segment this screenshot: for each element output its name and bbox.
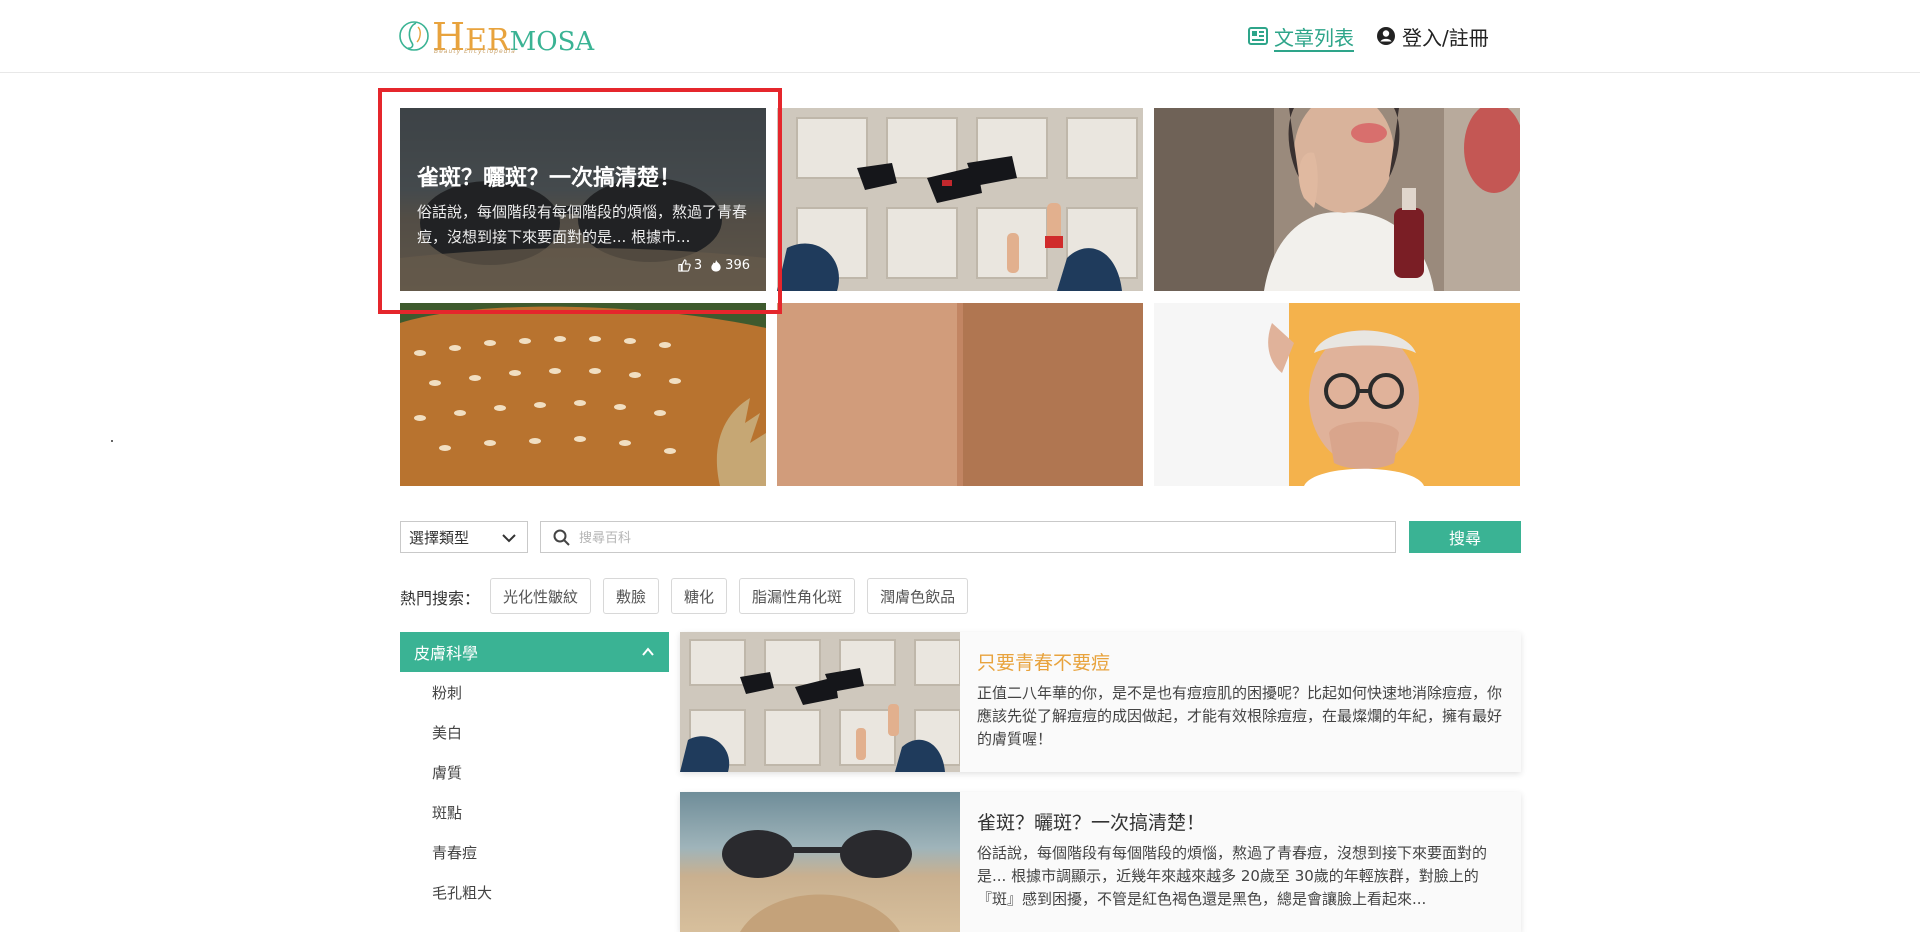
chevron-up-icon <box>642 647 654 656</box>
woman-skincare-image <box>1154 108 1520 291</box>
category-item[interactable]: 美白 <box>432 722 492 762</box>
search-field <box>540 521 1396 553</box>
featured-likes: 3 <box>693 258 703 273</box>
hero-tile-surprised-man[interactable] <box>1154 303 1520 486</box>
featured-stats: 3 396 <box>678 258 750 273</box>
hot-tag[interactable]: 潤膚色飲品 <box>867 578 969 614</box>
hermosa-logo[interactable]: HERMOSA Beauty Encyclopedia <box>398 15 594 59</box>
hero-tile-featured[interactable]: 雀斑？曬斑？一次搞清楚！ 俗話說，每個階段有每個階段的煩惱，熬過了青春痘，沒想到… <box>400 108 766 291</box>
article-excerpt: 俗話說，每個階段有每個階段的煩惱，熬過了青春痘，沒想到接下來要面對的是... 根… <box>977 844 1488 908</box>
hero-tile-deer[interactable] <box>400 303 766 486</box>
hero-tile-skin-tone[interactable] <box>777 303 1143 486</box>
article-excerpt: 正值二八年華的你，是不是也有痘痘肌的困擾呢？比起如何快速地消除痘痘，你應該先從了… <box>977 684 1503 748</box>
sunglasses-thumbnail-image <box>680 792 960 932</box>
hot-tag[interactable]: 光化性皺紋 <box>490 578 592 614</box>
hot-search-tags: 光化性皺紋 敷臉 糖化 脂漏性角化斑 潤膚色飲品 <box>490 578 980 614</box>
hero-tile-graduation[interactable] <box>777 108 1143 291</box>
article-card[interactable]: 只要青春不要痘 正值二八年華的你，是不是也有痘痘肌的困擾呢？比起如何快速地消除痘… <box>680 632 1521 772</box>
nav-article-list-link[interactable]: 文章列表 <box>1248 22 1354 50</box>
article-title: 雀斑？曬斑？一次搞清楚！ <box>977 812 1206 834</box>
nav-login-label: 登入/註冊 <box>1402 25 1489 50</box>
category-item[interactable]: 斑點 <box>432 802 492 842</box>
hero-tile-skincare[interactable] <box>1154 108 1520 291</box>
search-icon <box>553 529 570 546</box>
category-header-label: 皮膚科學 <box>414 644 479 663</box>
search-input[interactable] <box>577 524 1381 552</box>
hot-tag[interactable]: 脂漏性角化斑 <box>739 578 856 614</box>
newspaper-icon <box>1248 27 1268 45</box>
featured-views: 396 <box>725 258 750 273</box>
user-circle-icon <box>1377 27 1395 45</box>
category-item[interactable]: 青春痘 <box>432 842 492 882</box>
featured-title: 雀斑？曬斑？一次搞清楚！ <box>417 166 682 191</box>
skin-tone-texture-image <box>777 303 1143 486</box>
fire-icon <box>711 259 721 272</box>
surprised-man-image <box>1154 303 1520 486</box>
logo-subtext: Beauty Encyclopedia <box>434 48 516 55</box>
category-header-dermatology[interactable]: 皮膚科學 <box>400 632 669 672</box>
hero-grid: 雀斑？曬斑？一次搞清楚！ 俗話說，每個階段有每個階段的煩惱，熬過了青春痘，沒想到… <box>400 108 1520 486</box>
search-button[interactable]: 搜尋 <box>1409 521 1521 553</box>
featured-excerpt: 俗話說，每個階段有每個階段的煩惱，熬過了青春痘，沒想到接下來要面對的是... 根… <box>417 203 748 246</box>
type-select-label: 選擇類型 <box>409 528 470 547</box>
logo-face-icon <box>399 21 429 51</box>
nav-login-link[interactable]: 登入/註冊 <box>1376 22 1489 50</box>
hot-search-label: 熱門搜索： <box>400 589 481 608</box>
stray-dot <box>111 440 113 442</box>
article-thumbnail <box>680 792 960 932</box>
chevron-down-icon <box>502 534 516 543</box>
article-card[interactable]: 雀斑？曬斑？一次搞清楚！ 俗話說，每個階段有每個階段的煩惱，熬過了青春痘，沒想到… <box>680 792 1521 932</box>
thumbs-up-icon <box>678 259 691 272</box>
hot-tag[interactable]: 糖化 <box>671 578 728 614</box>
graduation-image <box>777 108 1143 291</box>
deer-spots-image <box>400 303 766 486</box>
type-select-dropdown[interactable]: 選擇類型 <box>400 521 528 553</box>
hot-tag[interactable]: 敷臉 <box>603 578 660 614</box>
category-item[interactable]: 膚質 <box>432 762 492 802</box>
nav-article-list-label: 文章列表 <box>1274 25 1354 50</box>
category-item[interactable]: 粉刺 <box>432 682 492 722</box>
category-item[interactable]: 毛孔粗大 <box>432 882 492 922</box>
article-thumbnail <box>680 632 960 772</box>
category-list: 粉刺 美白 膚質 斑點 青春痘 毛孔粗大 <box>432 682 492 922</box>
article-title: 只要青春不要痘 <box>977 652 1111 674</box>
graduation-thumbnail-image <box>680 632 960 772</box>
top-header: HERMOSA Beauty Encyclopedia 文章列表 登入/註冊 <box>0 0 1920 73</box>
